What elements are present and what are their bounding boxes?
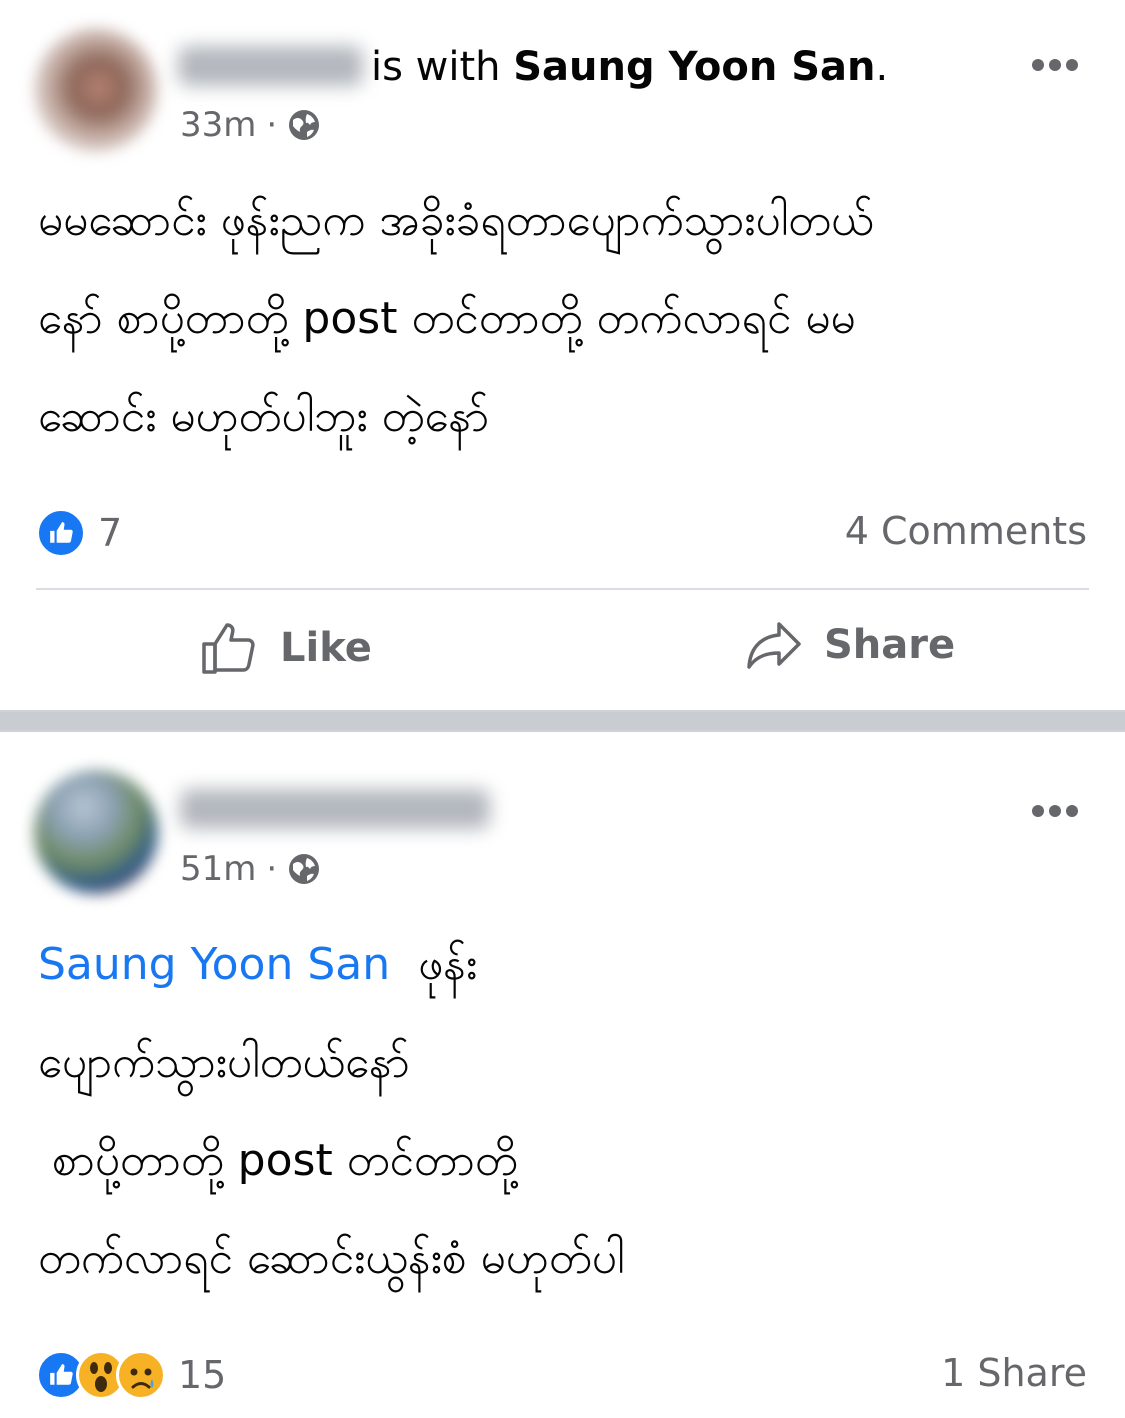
like-reaction-icon (36, 508, 86, 558)
post-text-line: ပျောက်သွားပါတယ်နော် (38, 1037, 410, 1088)
like-icon (202, 623, 255, 674)
author-name-redacted[interactable] (178, 46, 363, 86)
sad-reaction-icon (116, 1350, 166, 1400)
post-meta: 51m · (180, 852, 321, 886)
post-meta: 33m · (180, 108, 321, 142)
post-time[interactable]: 51m (180, 852, 256, 886)
post-text-line: စာပို့တာတို့ post တင်တာတို့ (38, 1135, 518, 1186)
avatar[interactable] (34, 770, 158, 894)
like-label: Like (280, 625, 372, 671)
post-header: is with Saung Yoon San. (371, 47, 888, 87)
like-button[interactable]: Like (200, 620, 372, 676)
post-text-line: နော် စာပို့တာတို့ post တင်တာတို့ တက်လာရင… (38, 293, 856, 344)
post-body: Saung Yoon San ဖုန်း ပျောက်သွားပါတယ်နော်… (38, 916, 1087, 1308)
share-label: Share (824, 622, 956, 668)
post-text-line: မမဆောင်း ဖုန်းညက အခိုးခံရတာပျောက်သွားပါတ… (38, 195, 874, 246)
reaction-count: 7 (98, 511, 123, 555)
post-time[interactable]: 33m (180, 108, 256, 142)
post-card: is with Saung Yoon San. 33m · မမဆောင်း ဖ… (0, 0, 1125, 710)
globe-icon (289, 854, 320, 884)
more-options-button[interactable] (1032, 38, 1083, 78)
comments-count-link[interactable]: 4 Comments (845, 512, 1087, 550)
post-text-line: ဆောင်း မဟုတ်ပါဘူး တဲ့နော် (38, 391, 490, 442)
divider (36, 588, 1089, 590)
post-text-fragment: ဖုန်း (418, 939, 478, 990)
share-icon (747, 622, 801, 669)
post-body: မမဆောင်း ဖုန်းညက အခိုးခံရတာပျောက်သွားပါတ… (38, 172, 1087, 466)
reaction-count: 15 (178, 1353, 227, 1397)
author-name-redacted[interactable] (180, 789, 490, 829)
post-text-line: တက်လာရင် ဆောင်းယွန်းစံ မဟုတ်ပါ (38, 1233, 625, 1284)
shares-count-link[interactable]: 1 Share (941, 1354, 1087, 1392)
globe-icon (289, 110, 320, 140)
more-options-button[interactable] (1032, 784, 1083, 824)
reactions-summary[interactable]: 7 (36, 508, 122, 558)
feed-separator (0, 710, 1125, 732)
post-text-line: Saung Yoon San ဖုန်း (38, 916, 1087, 1014)
meta-separator: · (266, 849, 278, 889)
tagged-user-link[interactable]: Saung Yoon San (513, 44, 875, 90)
mention-link[interactable]: Saung Yoon San (38, 939, 390, 990)
post-card: 51m · Saung Yoon San ဖုန်း ပျောက်သွားပါတ… (0, 732, 1125, 1418)
reactions-summary[interactable]: 15 (36, 1350, 226, 1400)
avatar[interactable] (34, 28, 158, 152)
meta-separator: · (266, 105, 278, 145)
with-label: is with (371, 44, 501, 90)
header-period: . (875, 44, 889, 90)
share-button[interactable]: Share (746, 620, 955, 670)
